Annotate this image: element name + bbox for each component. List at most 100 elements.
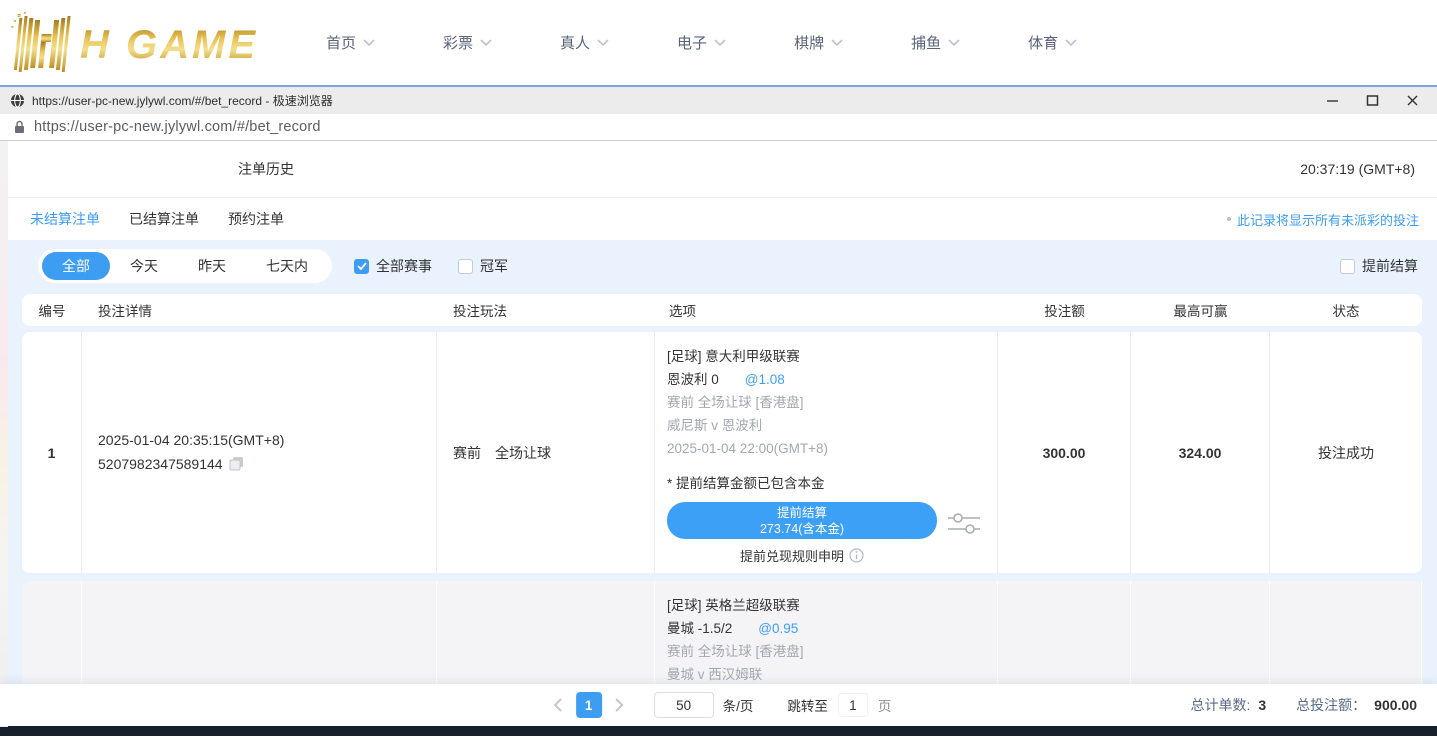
nav-label: 电子 <box>677 32 707 53</box>
chevron-left-icon <box>553 698 562 712</box>
nav-item-slots[interactable]: 电子 <box>677 32 726 53</box>
total-count-label: 总计单数: <box>1190 695 1250 715</box>
record-note: 此记录将显示所有未派彩的投注 <box>1227 210 1419 229</box>
cashout-button-title: 提前结算 <box>777 505 827 521</box>
selection-line: 恩波利 0 @1.08 <box>667 368 987 391</box>
league-name: [足球] 意大利甲级联赛 <box>667 345 987 368</box>
nav-label: 首页 <box>326 32 356 53</box>
prev-page-button[interactable] <box>546 692 570 718</box>
cashout-area: 提前结算 273.74(含本金) <box>667 502 937 539</box>
checkbox-early-settle[interactable]: 提前结算 <box>1340 256 1422 276</box>
note-bullet-icon <box>1227 217 1231 221</box>
checkbox-champion[interactable]: 冠军 <box>458 256 508 276</box>
pager: 1 条/页 跳转至 页 <box>546 684 892 726</box>
nav-item-cards[interactable]: 棋牌 <box>794 32 843 53</box>
browser-titlebar: https://user-pc-new.jylywl.com/#/bet_rec… <box>0 85 1437 114</box>
market-type: 赛前 全场让球 [香港盘] <box>667 391 987 414</box>
next-page-button[interactable] <box>608 692 632 718</box>
checkbox-checked-icon <box>354 259 369 274</box>
close-button[interactable] <box>1403 92 1421 110</box>
site-logo[interactable]: H GAME <box>10 12 290 74</box>
chevron-right-icon <box>615 698 624 712</box>
col-header-maxwin: 最高可赢 <box>1131 300 1270 320</box>
cell-bet-detail <box>82 581 437 684</box>
cashout-button-amount: 273.74(含本金) <box>760 521 844 537</box>
maximize-icon <box>1366 94 1379 107</box>
total-amount-label: 总投注额： <box>1296 695 1366 715</box>
table-row: 1 2025-01-04 20:35:15(GMT+8) 52079823475… <box>22 332 1422 573</box>
bet-time: 2025-01-04 20:35:15(GMT+8) <box>98 428 436 452</box>
event-filters: 全部赛事 冠军 <box>354 256 508 276</box>
cell-max-win: 324.00 <box>1131 332 1270 573</box>
page-title: 注单历史 <box>238 159 294 179</box>
records-panel: 全部 今天 昨天 七天内 全部赛事 冠军 提前结算 <box>8 240 1437 684</box>
maximize-button[interactable] <box>1363 92 1381 110</box>
jump-unit: 页 <box>878 695 892 715</box>
note-text: 此记录将显示所有未派彩的投注 <box>1237 210 1419 229</box>
segment-today[interactable]: 今天 <box>110 252 178 280</box>
selection-line: 曼城 -1.5/2 @0.95 <box>667 617 987 640</box>
nav-item-live[interactable]: 真人 <box>560 32 609 53</box>
market-type: 赛前 全场让球 [香港盘] <box>667 640 987 663</box>
chevron-down-icon <box>480 39 492 47</box>
cell-status: 投注成功 <box>1270 332 1422 573</box>
segment-yesterday[interactable]: 昨天 <box>178 252 246 280</box>
screen: H GAME 首页 彩票 真人 电子 棋牌 <box>0 0 1437 737</box>
lock-icon <box>14 120 25 134</box>
checkbox-all-events[interactable]: 全部赛事 <box>354 256 432 276</box>
cell-bet-amount: 300.00 <box>998 332 1131 573</box>
match-time: 2025-01-04 22:00(GMT+8) <box>667 437 987 460</box>
col-header-detail: 投注详情 <box>82 300 437 320</box>
chevron-down-icon <box>597 39 609 47</box>
table-header: 编号 投注详情 投注玩法 选项 投注额 最高可赢 状态 <box>22 294 1422 326</box>
col-header-no: 编号 <box>22 300 82 320</box>
nav-item-home[interactable]: 首页 <box>326 32 375 53</box>
minimize-icon <box>1326 94 1339 107</box>
bet-id-line: 5207982347589144 <box>98 452 436 478</box>
cashout-note: * 提前结算金额已包含本金 <box>667 474 987 494</box>
checkbox-label: 全部赛事 <box>376 256 432 276</box>
tab-reserved[interactable]: 预约注单 <box>228 209 284 229</box>
jump-label: 跳转至 <box>787 695 828 715</box>
cashout-settings-icon[interactable] <box>947 510 981 539</box>
jump-page-input[interactable] <box>838 693 868 717</box>
background-strip <box>0 141 8 727</box>
cashout-button[interactable]: 提前结算 273.74(含本金) <box>667 502 937 539</box>
page-number-button[interactable]: 1 <box>576 692 602 718</box>
totals-summary: 总计单数: 3 总投注额： 900.00 <box>1190 684 1417 726</box>
address-bar[interactable]: https://user-pc-new.jylywl.com/#/bet_rec… <box>0 114 1437 141</box>
pagination-footer: 1 条/页 跳转至 页 总计单数: 3 总投注额： 900.00 <box>0 684 1437 726</box>
cashout-rules-link[interactable]: 提前兑现规则申明 <box>667 546 937 565</box>
page-bottom-bar <box>0 726 1437 736</box>
server-clock: 20:37:19 (GMT+8) <box>1300 161 1415 177</box>
segment-all[interactable]: 全部 <box>42 252 110 280</box>
nav-label: 彩票 <box>443 32 473 53</box>
cell-status <box>1270 581 1422 684</box>
cell-max-win <box>1131 581 1270 684</box>
nav-item-lottery[interactable]: 彩票 <box>443 32 492 53</box>
site-header: H GAME 首页 彩票 真人 电子 棋牌 <box>0 0 1437 85</box>
check-icon <box>357 262 367 270</box>
selection: 曼城 -1.5/2 <box>667 617 732 640</box>
tab-unsettled[interactable]: 未结算注单 <box>30 209 100 229</box>
nav-label: 真人 <box>560 32 590 53</box>
globe-icon <box>10 93 25 108</box>
segment-7days[interactable]: 七天内 <box>246 252 328 280</box>
nav-label: 棋牌 <box>794 32 824 53</box>
nav-item-fishing[interactable]: 捕鱼 <box>911 32 960 53</box>
selection: 恩波利 0 <box>667 368 719 391</box>
address-url: https://user-pc-new.jylywl.com/#/bet_rec… <box>34 119 321 135</box>
col-header-amount: 投注额 <box>998 300 1131 320</box>
tab-settled[interactable]: 已结算注单 <box>129 209 199 229</box>
match-teams: 曼城 v 西汉姆联 <box>667 663 987 684</box>
cell-bet-detail: 2025-01-04 20:35:15(GMT+8) 5207982347589… <box>82 332 437 573</box>
odds: @0.95 <box>758 617 798 640</box>
copy-icon[interactable] <box>229 454 244 478</box>
nav-item-sports[interactable]: 体育 <box>1028 32 1077 53</box>
league-name: [足球] 英格兰超级联赛 <box>667 594 987 617</box>
main-nav: 首页 彩票 真人 电子 棋牌 捕鱼 <box>326 32 1077 53</box>
minimize-button[interactable] <box>1323 92 1341 110</box>
page-size-input[interactable] <box>654 692 714 718</box>
page-header: 注单历史 20:37:19 (GMT+8) <box>8 141 1437 198</box>
bet-id: 5207982347589144 <box>98 456 223 472</box>
